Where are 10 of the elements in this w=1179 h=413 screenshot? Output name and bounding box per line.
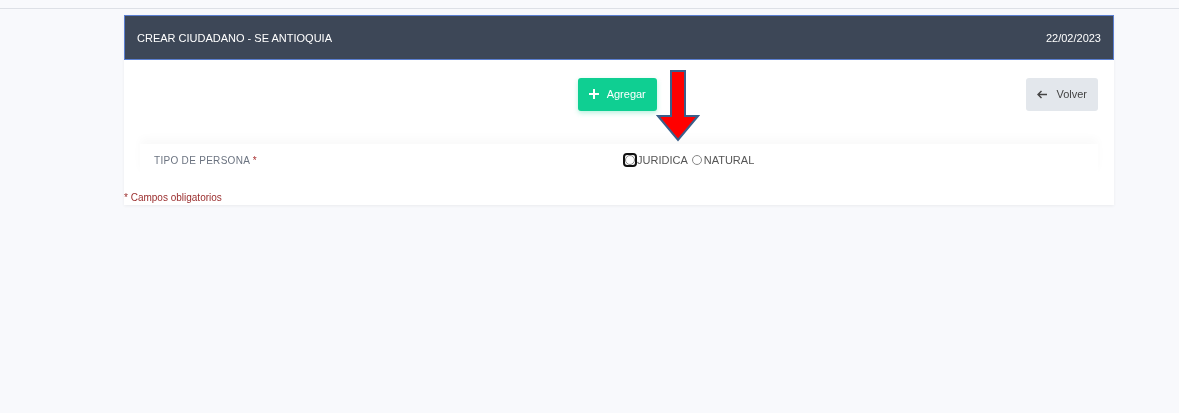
field-label: TIPO DE PERSONA * <box>154 154 258 166</box>
radio-option[interactable]: NATURAL <box>691 154 755 166</box>
header-date: 22/02/2023 <box>1045 31 1101 44</box>
plus-icon <box>588 89 599 99</box>
required-note: * Campos obligatorios <box>124 191 223 205</box>
page-title: CREAR CIUDADANO - SE ANTIOQUIA <box>137 31 332 44</box>
radio-option[interactable]: JURIDICA <box>625 154 688 166</box>
back-button[interactable]: Volver <box>1026 77 1098 111</box>
down-arrow-annotation <box>656 70 700 142</box>
arrow-left-icon <box>1037 89 1048 99</box>
